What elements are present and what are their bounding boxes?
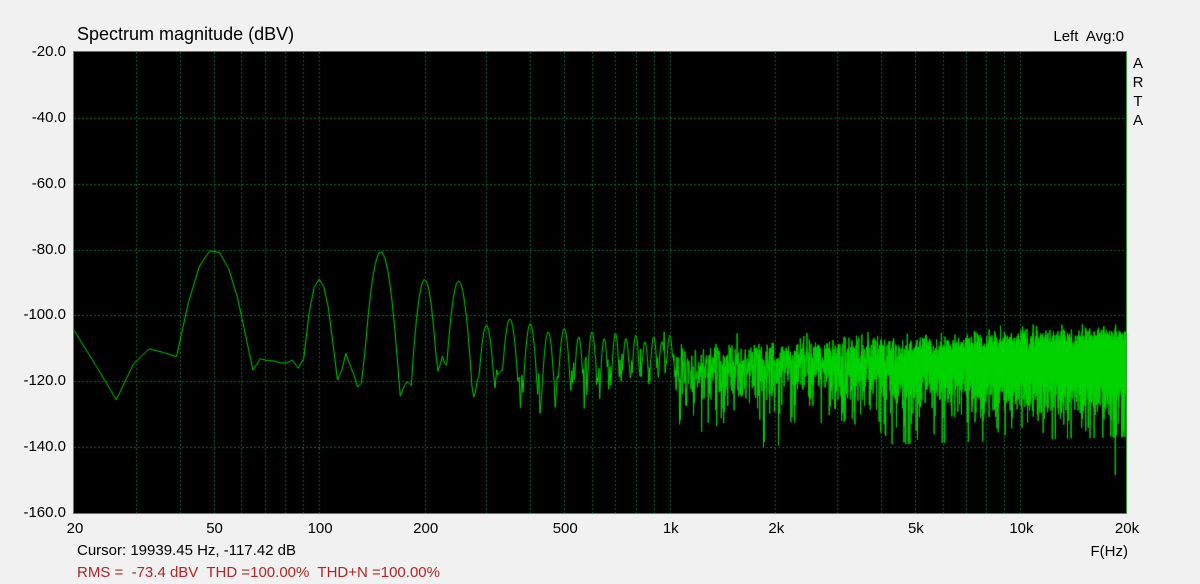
brand-letter: A [1132,55,1143,72]
x-tick-label: 100 [307,520,333,537]
brand-letter: A [1132,112,1143,129]
channel-avg-label: Left Avg:0 [1053,28,1124,45]
x-tick-label: 20k [1114,520,1140,537]
y-tick-label: -140.0 [23,438,66,456]
arta-brand: ARTA [1130,54,1146,130]
y-tick-label: -120.0 [23,372,66,390]
rms-thd-readout: RMS = -73.4 dBV THD =100.00% THD+N =100.… [77,564,440,581]
x-tick-label: 500 [552,520,578,537]
x-tick-label: 10k [1009,520,1034,537]
y-tick-label: -20.0 [31,43,66,60]
arta-spectrum-window: { "colors":{ "background":"#f1f1f1", "pl… [0,0,1200,584]
x-tick-label: 50 [206,520,223,537]
brand-letter: T [1133,93,1143,110]
x-tick-label: 20 [66,520,84,537]
y-tick-label: -60.0 [31,174,66,192]
cursor-readout: Cursor: 19939.45 Hz, -117.42 dB [77,542,297,559]
y-tick-label: -160.0 [23,504,66,521]
x-tick-label: 200 [413,520,439,537]
spectrum-canvas [74,52,1126,513]
y-tick-label: -40.0 [31,108,66,126]
x-tick-label: 1k [662,520,679,537]
x-tick-label: 5k [907,520,924,537]
chart-title: Spectrum magnitude (dBV) [77,24,295,44]
brand-letter: R [1132,74,1144,91]
y-tick-label: -100.0 [23,306,66,324]
y-tick-label: -80.0 [31,240,66,258]
spectrum-plot[interactable] [73,51,1127,514]
x-tick-label: 2k [768,520,785,537]
x-axis-unit-label: F(Hz) [1090,543,1129,560]
